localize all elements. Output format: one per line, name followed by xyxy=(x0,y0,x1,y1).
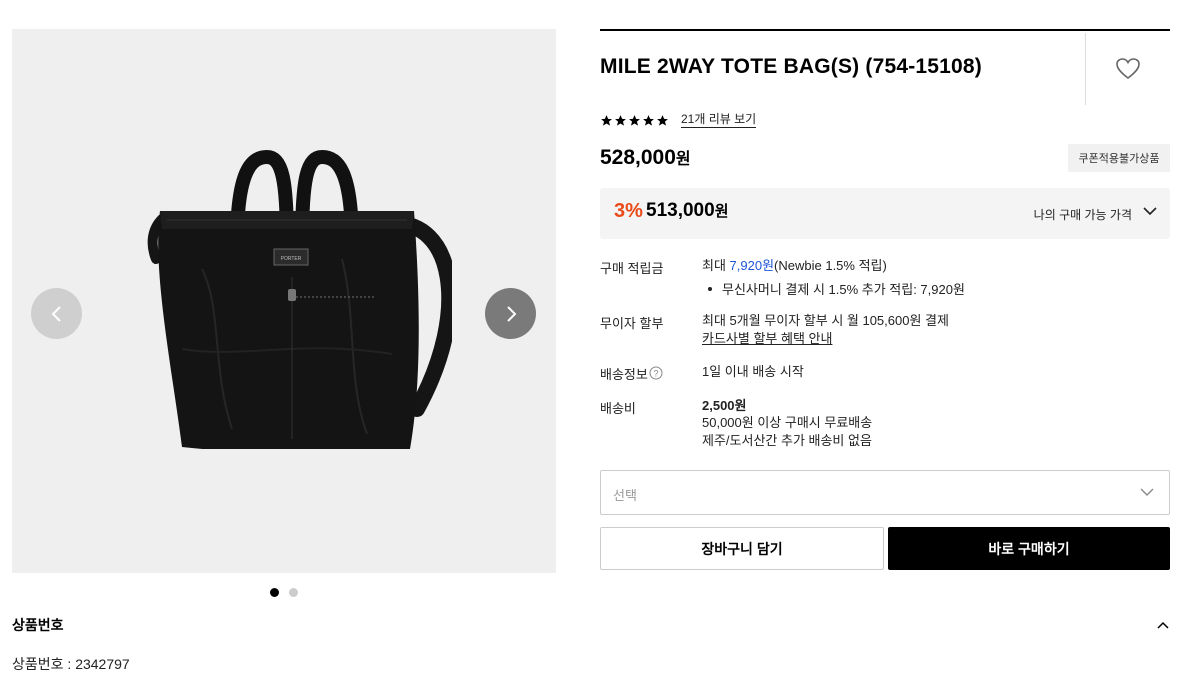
points-suffix: (Newbie 1.5% 적립) xyxy=(774,258,887,273)
pagination-dot-active[interactable] xyxy=(270,588,279,597)
chevron-down-icon xyxy=(1140,488,1154,496)
my-price-label[interactable]: 나의 구매 가능 가격 xyxy=(1034,206,1132,223)
add-to-cart-button[interactable]: 장바구니 담기 xyxy=(600,527,884,570)
star-rating xyxy=(600,114,669,127)
help-icon[interactable]: ? xyxy=(649,366,663,380)
island-shipping-note: 제주/도서산간 추가 배송비 없음 xyxy=(702,433,872,448)
option-select-placeholder: 선택 xyxy=(613,488,637,503)
shipping-info-text: 1일 이내 배송 시작 xyxy=(702,364,804,379)
product-image: PORTER xyxy=(147,149,452,449)
rating-row: 21개 리뷰 보기 xyxy=(600,112,757,128)
review-link[interactable]: 21개 리뷰 보기 xyxy=(681,112,757,128)
points-amount: 7,920원 xyxy=(729,258,775,273)
product-number-text: 상품번호 : 2342797 xyxy=(12,656,130,672)
star-icon xyxy=(629,114,640,126)
points-bullet: 무신사머니 결제 시 1.5% 추가 적립: 7,920원 xyxy=(708,279,965,298)
discount-price-unit: 원 xyxy=(714,203,729,220)
buy-now-button[interactable]: 바로 구매하기 xyxy=(888,527,1170,570)
installment-link[interactable]: 카드사별 할부 혜택 안내 xyxy=(702,330,832,348)
svg-text:?: ? xyxy=(653,369,658,379)
brand-label: PORTER xyxy=(281,256,302,262)
previous-image-button[interactable] xyxy=(31,288,82,339)
original-price: 528,000원 xyxy=(600,145,691,170)
product-title: MILE 2WAY TOTE BAG(S) (754-15108) xyxy=(600,55,982,78)
points-label: 구매 적립금 xyxy=(600,261,664,276)
star-icon xyxy=(615,114,626,126)
star-icon xyxy=(657,114,668,126)
option-select[interactable]: 선택 xyxy=(600,470,1170,515)
product-image-gallery[interactable]: PORTER xyxy=(12,29,556,573)
discount-price-value: 513,000 xyxy=(646,200,715,221)
discount-rate: 3% xyxy=(614,200,643,222)
star-icon xyxy=(601,114,612,126)
heart-icon xyxy=(1116,58,1140,80)
chevron-up-icon[interactable] xyxy=(1156,620,1170,630)
chevron-left-icon xyxy=(51,305,61,322)
coupon-badge: 쿠폰적용불가상품 xyxy=(1068,144,1170,172)
installment-label: 무이자 할부 xyxy=(600,316,664,331)
section-title: 상품번호 xyxy=(12,617,64,633)
shipping-fee-amount: 2,500원 xyxy=(702,398,747,413)
price-value: 528,000 xyxy=(600,146,676,169)
product-info-panel: MILE 2WAY TOTE BAG(S) (754-15108) xyxy=(600,29,1170,105)
star-icon xyxy=(643,114,654,126)
next-image-button[interactable] xyxy=(485,288,536,339)
discount-price-box[interactable]: 3% 513,000원 나의 구매 가능 가격 xyxy=(600,188,1170,239)
shipping-info-label: 배송정보 xyxy=(600,367,648,382)
points-value: 최대 7,920원(Newbie 1.5% 적립) xyxy=(702,257,887,275)
product-number-section-header[interactable]: 상품번호 xyxy=(12,614,1170,636)
title-row: MILE 2WAY TOTE BAG(S) (754-15108) xyxy=(600,29,1170,105)
points-prefix: 최대 xyxy=(702,258,730,273)
gallery-pagination xyxy=(12,588,556,597)
wishlist-button[interactable] xyxy=(1085,33,1170,105)
installment-text: 최대 5개월 무이자 할부 시 월 105,600원 결제 xyxy=(702,313,949,328)
chevron-right-icon xyxy=(506,305,516,322)
discount-price: 513,000원 xyxy=(646,200,729,222)
pagination-dot[interactable] xyxy=(289,588,298,597)
shipping-fee-label: 배송비 xyxy=(600,401,636,416)
free-shipping-condition: 50,000원 이상 구매시 무료배송 xyxy=(702,415,873,430)
price-unit: 원 xyxy=(675,151,691,168)
chevron-down-icon[interactable] xyxy=(1142,205,1158,217)
